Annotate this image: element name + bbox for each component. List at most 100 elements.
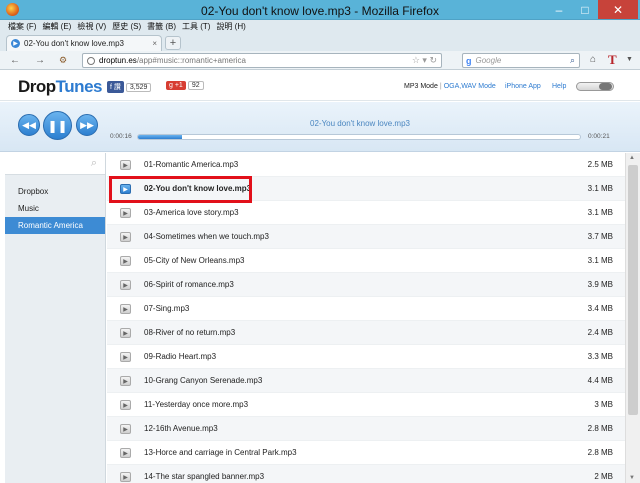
play-icon[interactable]: ▶ bbox=[120, 280, 131, 290]
google-engine-icon[interactable]: g bbox=[466, 56, 472, 66]
sidebar-item-dropbox[interactable]: Dropbox bbox=[5, 183, 105, 200]
menu-bar: 檔案 (F) 編輯 (E) 檢視 (V) 歷史 (S) 書籤 (B) 工具 (T… bbox=[0, 20, 640, 33]
scrollbar-thumb[interactable] bbox=[628, 165, 638, 415]
facebook-like-button[interactable]: f 讚 bbox=[107, 81, 124, 93]
track-name: 03-America love story.mp3 bbox=[144, 208, 239, 217]
window-controls: – □ ✕ bbox=[546, 0, 638, 19]
play-icon[interactable]: ▶ bbox=[120, 448, 131, 458]
logo-tunes: Tunes bbox=[55, 77, 103, 96]
menu-edit[interactable]: 編輯 (E) bbox=[42, 20, 77, 33]
menu-bookmarks[interactable]: 書籤 (B) bbox=[147, 20, 182, 33]
sidebar-search[interactable]: ⌕ bbox=[5, 153, 105, 175]
elapsed-time: 0:00:16 bbox=[110, 133, 132, 140]
track-row[interactable]: ▶ 06-Spirit of romance.mp3 3.9 MB bbox=[107, 273, 625, 297]
tab-bar: ▶ 02-You don't know love.mp3 × + bbox=[0, 33, 640, 51]
menu-file[interactable]: 檔案 (F) bbox=[8, 20, 42, 33]
scroll-up-arrow[interactable]: ▲ bbox=[629, 155, 635, 161]
play-icon[interactable]: ▶ bbox=[120, 208, 131, 218]
page-tools-icon[interactable]: ⚙ bbox=[59, 55, 67, 66]
url-bar-icons[interactable]: ☆ ▾ ↻ bbox=[412, 55, 437, 66]
mp3-mode-link[interactable]: MP3 Mode bbox=[404, 83, 438, 90]
home-icon[interactable]: ⌂ bbox=[590, 54, 596, 65]
track-row[interactable]: ▶ 08-River of no return.mp3 2.4 MB bbox=[107, 321, 625, 345]
play-icon[interactable]: ▶ bbox=[120, 232, 131, 242]
search-icon[interactable]: ⌕ bbox=[570, 55, 575, 66]
pause-button[interactable]: ❚❚ bbox=[43, 111, 72, 140]
track-size: 3.3 MB bbox=[587, 352, 613, 361]
play-icon[interactable]: ▶ bbox=[120, 376, 131, 386]
chevron-down-icon[interactable]: ▼ bbox=[626, 56, 633, 63]
next-track-button[interactable]: ▶▶ bbox=[76, 114, 98, 136]
navigation-bar: ← → ⚙ droptun.es /app#music::romantic+am… bbox=[0, 51, 640, 70]
help-link[interactable]: Help bbox=[552, 83, 566, 90]
menu-tools[interactable]: 工具 (T) bbox=[182, 20, 216, 33]
oga-wav-mode-link[interactable]: OGA,WAV Mode bbox=[444, 83, 496, 90]
track-size: 2.5 MB bbox=[587, 160, 613, 169]
new-tab-button[interactable]: + bbox=[165, 36, 181, 50]
track-row[interactable]: ▶ 02-You don't know love.mp3 3.1 MB bbox=[107, 177, 625, 201]
play-icon[interactable]: ▶ bbox=[120, 304, 131, 314]
tab-close-icon[interactable]: × bbox=[152, 39, 157, 48]
progress-bar[interactable] bbox=[137, 134, 581, 140]
iphone-app-link[interactable]: iPhone App bbox=[505, 83, 541, 90]
scrollbar[interactable]: ▲ ▼ bbox=[625, 153, 640, 483]
play-icon[interactable]: ▶ bbox=[120, 184, 131, 194]
track-row[interactable]: ▶ 13-Horce and carriage in Central Park.m… bbox=[107, 441, 625, 465]
play-icon[interactable]: ▶ bbox=[120, 424, 131, 434]
track-row[interactable]: ▶ 04-Sometimes when we touch.mp3 3.7 MB bbox=[107, 225, 625, 249]
tab-current[interactable]: ▶ 02-You don't know love.mp3 × bbox=[6, 35, 162, 51]
track-row[interactable]: ▶ 11-Yesterday once more.mp3 3 MB bbox=[107, 393, 625, 417]
back-button[interactable]: ← bbox=[10, 55, 20, 66]
translate-addon-icon[interactable]: T bbox=[608, 52, 617, 68]
menu-history[interactable]: 歷史 (S) bbox=[112, 20, 147, 33]
facebook-like: f 讚 3,529 bbox=[107, 81, 152, 93]
menu-help[interactable]: 說明 (H) bbox=[216, 20, 251, 33]
track-size: 3.1 MB bbox=[587, 256, 613, 265]
track-size: 2.8 MB bbox=[587, 424, 613, 433]
search-bar[interactable]: g Google ⌕ bbox=[462, 53, 580, 68]
play-icon[interactable]: ▶ bbox=[120, 352, 131, 362]
play-icon[interactable]: ▶ bbox=[120, 256, 131, 266]
scroll-down-arrow[interactable]: ▼ bbox=[629, 475, 635, 481]
track-row[interactable]: ▶ 12-16th Avenue.mp3 2.8 MB bbox=[107, 417, 625, 441]
forward-button[interactable]: → bbox=[35, 55, 45, 66]
track-size: 2.4 MB bbox=[587, 328, 613, 337]
site-identity-icon[interactable] bbox=[87, 56, 95, 65]
google-plus: g +1 92 bbox=[166, 81, 204, 90]
track-row[interactable]: ▶ 05-City of New Orleans.mp3 3.1 MB bbox=[107, 249, 625, 273]
sidebar-nav: Dropbox Music Romantic America bbox=[5, 183, 105, 234]
theme-toggle[interactable] bbox=[576, 82, 614, 91]
toggle-knob bbox=[599, 83, 612, 90]
maximize-button[interactable]: □ bbox=[572, 0, 598, 19]
track-size: 2.8 MB bbox=[587, 448, 613, 457]
previous-track-button[interactable]: ◀◀ bbox=[18, 114, 40, 136]
google-plus-button[interactable]: g +1 bbox=[166, 81, 186, 90]
track-row[interactable]: ▶ 07-Sing.mp3 3.4 MB bbox=[107, 297, 625, 321]
track-size: 3.9 MB bbox=[587, 280, 613, 289]
window-titlebar: 02-You don't know love.mp3 - Mozilla Fir… bbox=[0, 0, 640, 20]
app-header: DropTunes f 讚 3,529 g +1 92 MP3 Mode | OGA… bbox=[0, 71, 640, 101]
track-row[interactable]: ▶ 03-America love story.mp3 3.1 MB bbox=[107, 201, 625, 225]
play-icon[interactable]: ▶ bbox=[120, 472, 131, 482]
sidebar-item-romantic-america[interactable]: Romantic America bbox=[5, 217, 105, 234]
play-icon[interactable]: ▶ bbox=[120, 328, 131, 338]
search-input[interactable]: Google bbox=[476, 56, 570, 65]
track-name: 13-Horce and carriage in Central Park.mp… bbox=[144, 448, 297, 457]
minimize-button[interactable]: – bbox=[546, 0, 572, 19]
track-row[interactable]: ▶ 09-Radio Heart.mp3 3.3 MB bbox=[107, 345, 625, 369]
track-row[interactable]: ▶ 01-Romantic America.mp3 2.5 MB bbox=[107, 153, 625, 177]
menu-view[interactable]: 檢視 (V) bbox=[77, 20, 112, 33]
search-icon[interactable]: ⌕ bbox=[91, 157, 97, 170]
track-row[interactable]: ▶ 14-The star spangled banner.mp3 2 MB bbox=[107, 465, 625, 483]
facebook-like-count: 3,529 bbox=[125, 82, 152, 92]
play-icon[interactable]: ▶ bbox=[120, 160, 131, 170]
droptunes-logo[interactable]: DropTunes bbox=[18, 77, 102, 97]
play-icon[interactable]: ▶ bbox=[120, 400, 131, 410]
close-button[interactable]: ✕ bbox=[598, 0, 638, 19]
track-size: 2 MB bbox=[594, 472, 613, 481]
track-row[interactable]: ▶ 10-Grang Canyon Serenade.mp3 4.4 MB bbox=[107, 369, 625, 393]
sidebar-item-music[interactable]: Music bbox=[5, 200, 105, 217]
url-path: /app#music::romantic+america bbox=[136, 56, 246, 65]
url-bar[interactable]: droptun.es /app#music::romantic+america … bbox=[82, 53, 442, 68]
track-size: 3.4 MB bbox=[587, 304, 613, 313]
